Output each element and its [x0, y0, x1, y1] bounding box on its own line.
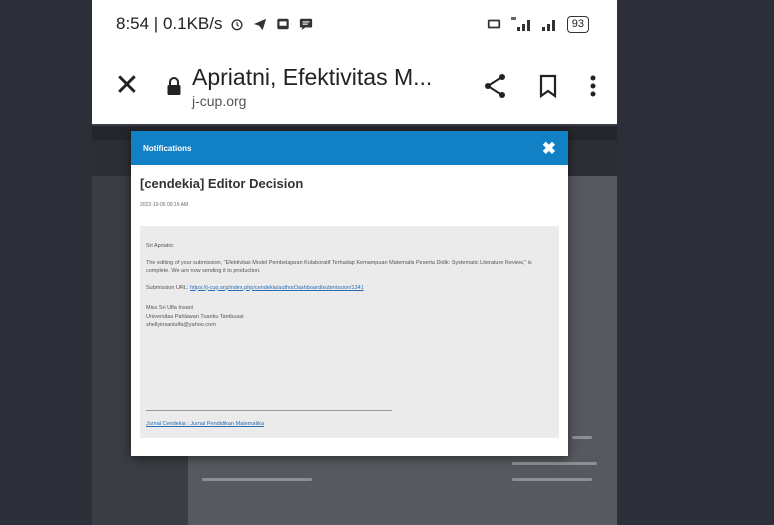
divider [146, 410, 392, 411]
status-right: 93 [486, 15, 589, 33]
battery-icon: 93 [566, 15, 589, 33]
submission-url-label: Submission URL: [146, 284, 189, 291]
message-box: Sri Apriatni: The editing of your submis… [140, 226, 559, 438]
message-icon [300, 18, 313, 31]
phone-screen: 8:54 | 0.1KB/s 93 ✕ Apriatni, Efektivita… [92, 0, 617, 525]
notification-subject: [cendekia] Editor Decision [140, 176, 304, 191]
close-tab-button[interactable]: ✕ [112, 71, 142, 101]
background-line [572, 436, 592, 439]
address-bar[interactable]: Apriatni, Efektivitas M... j-cup.org [192, 64, 469, 109]
modal-body: [cendekia] Editor Decision 2022-10-05 09… [131, 165, 568, 446]
status-left: 8:54 | 0.1KB/s [116, 14, 314, 34]
signature-email: shellyinsaniulfa@yahoo.com [146, 322, 216, 329]
submission-url-link[interactable]: https://j-cup.org/index.php/cendekia/aut… [190, 285, 364, 291]
browser-toolbar: ✕ Apriatni, Efektivitas M... j-cup.org [92, 48, 617, 124]
status-bar: 8:54 | 0.1KB/s 93 [92, 0, 617, 48]
modal-title: Notifications [143, 143, 192, 153]
status-time: 8:54 | 0.1KB/s [116, 14, 223, 33]
notification-modal: Notifications ✖ [cendekia] Editor Decisi… [131, 131, 568, 456]
background-line [512, 478, 592, 481]
modal-header: Notifications ✖ [131, 131, 568, 165]
gallery-icon [277, 18, 290, 30]
telegram-icon [254, 18, 267, 31]
signature-name: Miss Sri Ulfa Insani [146, 305, 194, 312]
submission-url-line: Submission URL: https://j-cup.org/index.… [146, 284, 553, 293]
screen-icon [487, 19, 500, 29]
message-body: The editing of your submission, "Efektiv… [146, 259, 532, 275]
alarm-icon [231, 19, 243, 31]
signature-org: Universitas Pahlawan Tuanku Tambusai [146, 313, 244, 320]
signal-icon [541, 20, 555, 31]
signal-4g-icon [510, 17, 530, 31]
share-icon[interactable] [483, 73, 507, 99]
lock-icon [167, 77, 181, 95]
background-line [202, 478, 312, 481]
notification-date: 2022-10-05 09:16 AM [140, 202, 189, 208]
close-modal-button[interactable]: ✖ [542, 140, 556, 157]
background-line [512, 462, 597, 465]
journal-link[interactable]: Jurnal Cendekia : Jurnal Pendidikan Mate… [146, 420, 264, 429]
browser-actions [483, 73, 597, 99]
signature: Miss Sri Ulfa Insani Universitas Pahlawa… [146, 304, 553, 330]
more-menu-icon[interactable] [589, 74, 597, 98]
message-greeting: Sri Apriatni: [146, 243, 175, 249]
page-title: Apriatni, Efektivitas M... [192, 63, 433, 90]
bookmark-icon[interactable] [539, 74, 557, 98]
page-domain: j-cup.org [192, 92, 247, 109]
